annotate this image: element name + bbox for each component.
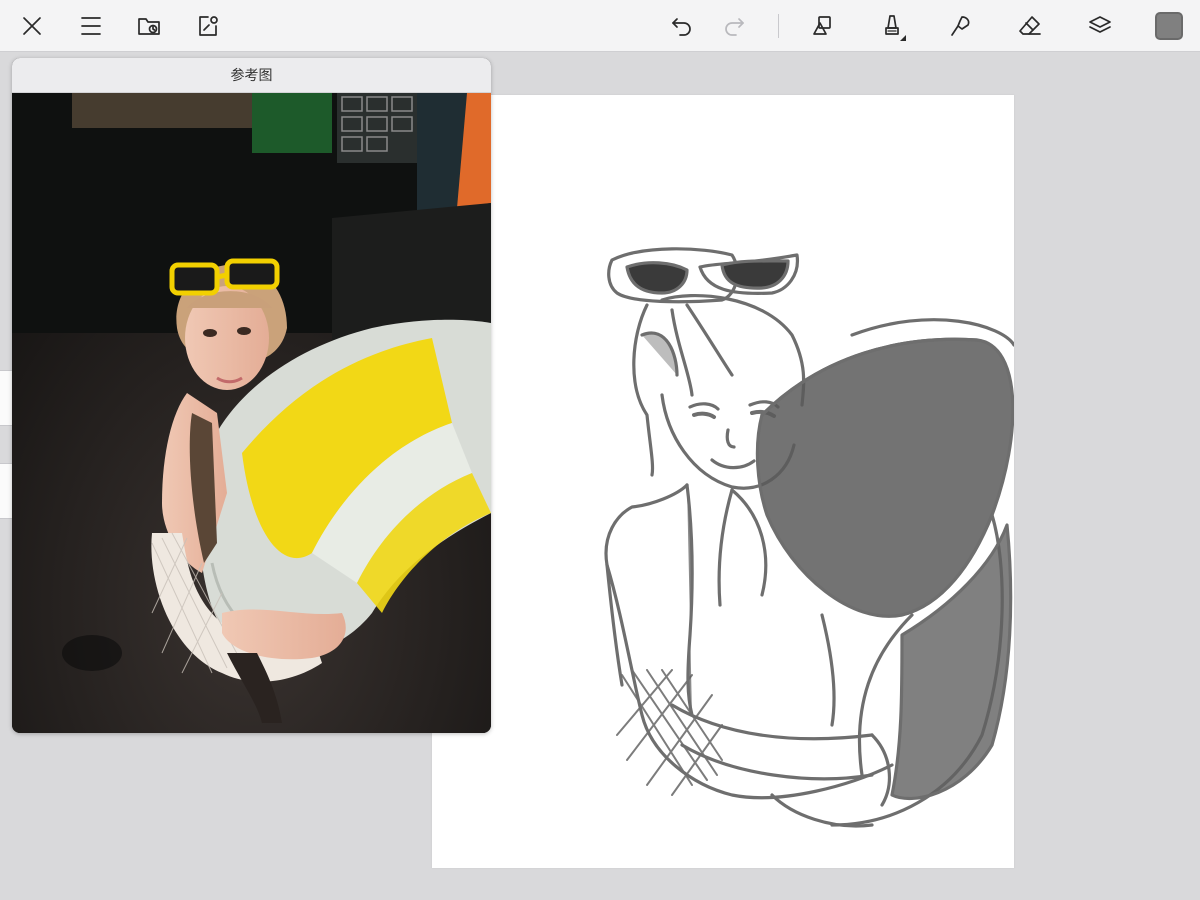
redo-icon[interactable] (716, 8, 752, 44)
export-icon[interactable] (190, 8, 226, 44)
reference-photo (12, 93, 491, 733)
reference-panel-title[interactable]: 参考图 (12, 58, 491, 93)
menu-icon[interactable] (73, 8, 109, 44)
color-swatch[interactable] (1155, 12, 1183, 40)
eraser-icon[interactable] (1012, 8, 1048, 44)
layers-icon[interactable] (1082, 8, 1118, 44)
toolbar-divider (778, 14, 779, 38)
smudge-icon[interactable] (943, 8, 979, 44)
pencil-sketch (604, 247, 1014, 828)
drawing-canvas[interactable] (432, 95, 1014, 868)
reference-panel[interactable]: 参考图 (12, 58, 491, 733)
shapes-icon[interactable] (805, 8, 841, 44)
undo-icon[interactable] (664, 8, 700, 44)
top-toolbar (0, 0, 1200, 52)
brush-icon[interactable] (874, 8, 910, 44)
close-icon[interactable] (14, 8, 50, 44)
folder-icon[interactable] (131, 8, 167, 44)
